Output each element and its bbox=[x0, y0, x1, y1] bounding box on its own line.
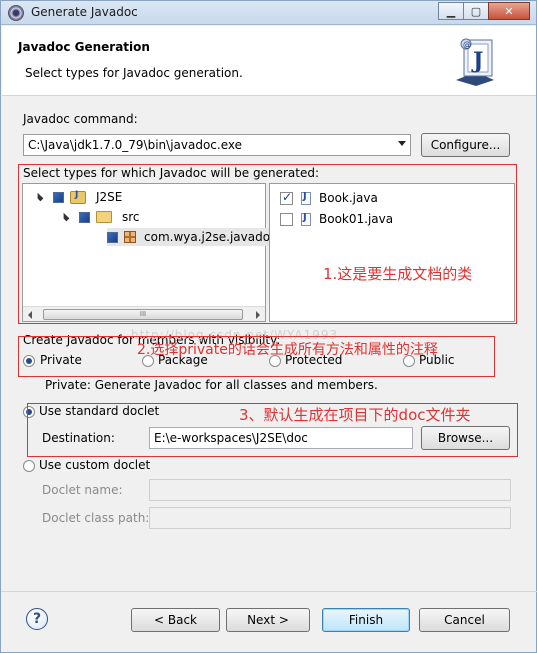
doclet-name-input[interactable] bbox=[149, 479, 511, 501]
page-title: Javadoc Generation bbox=[18, 40, 150, 54]
back-button[interactable]: < Back bbox=[131, 608, 220, 632]
custom-doclet-label: Use custom doclet bbox=[39, 458, 151, 472]
annotation-destination: 3、默认生成在项目下的doc文件夹 bbox=[239, 406, 471, 424]
doclet-classpath-label: Doclet class path: bbox=[42, 511, 150, 525]
configure-button[interactable]: Configure... bbox=[421, 133, 510, 157]
generate-javadoc-window: Generate Javadoc ▁ ▢ ✕ Javadoc Generatio… bbox=[0, 0, 537, 653]
javadoc-wizard-icon: J @ bbox=[456, 38, 494, 86]
visibility-description: Private: Generate Javadoc for all classe… bbox=[45, 378, 378, 392]
window-title: Generate Javadoc bbox=[31, 5, 138, 19]
page-subtitle: Select types for Javadoc generation. bbox=[25, 66, 243, 80]
window-controls: ▁ ▢ ✕ bbox=[438, 2, 530, 20]
help-icon[interactable]: ? bbox=[26, 608, 48, 630]
minimize-button[interactable]: ▁ bbox=[438, 2, 464, 20]
title-bar[interactable]: Generate Javadoc ▁ ▢ ✕ bbox=[1, 1, 536, 25]
close-button[interactable]: ✕ bbox=[488, 2, 530, 20]
javadoc-command-combo[interactable]: C:\Java\jdk1.7.0_79\bin\javadoc.exe bbox=[23, 134, 411, 156]
javadoc-command-value: C:\Java\jdk1.7.0_79\bin\javadoc.exe bbox=[28, 138, 243, 152]
wizard-header: Javadoc Generation Select types for Java… bbox=[2, 26, 536, 96]
eclipse-icon bbox=[8, 5, 24, 21]
footer-separator bbox=[1, 591, 537, 592]
annotation-types: 1.这是要生成文档的类 bbox=[323, 265, 473, 283]
finish-button[interactable]: Finish bbox=[322, 608, 410, 632]
svg-text:J: J bbox=[471, 48, 483, 74]
doclet-classpath-input[interactable] bbox=[149, 507, 511, 529]
cancel-button[interactable]: Cancel bbox=[419, 608, 510, 632]
javadoc-command-label: Javadoc command: bbox=[23, 112, 138, 126]
maximize-button[interactable]: ▢ bbox=[463, 2, 489, 20]
annotation-box-types bbox=[18, 164, 517, 324]
radio-custom-doclet[interactable] bbox=[23, 460, 35, 472]
svg-text:@: @ bbox=[463, 40, 471, 49]
doclet-name-label: Doclet name: bbox=[42, 483, 123, 497]
chevron-down-icon[interactable] bbox=[398, 141, 406, 146]
annotation-visibility: 2.选择private的话会生成所有方法和属性的注释 bbox=[137, 342, 438, 358]
next-button[interactable]: Next > bbox=[226, 608, 310, 632]
